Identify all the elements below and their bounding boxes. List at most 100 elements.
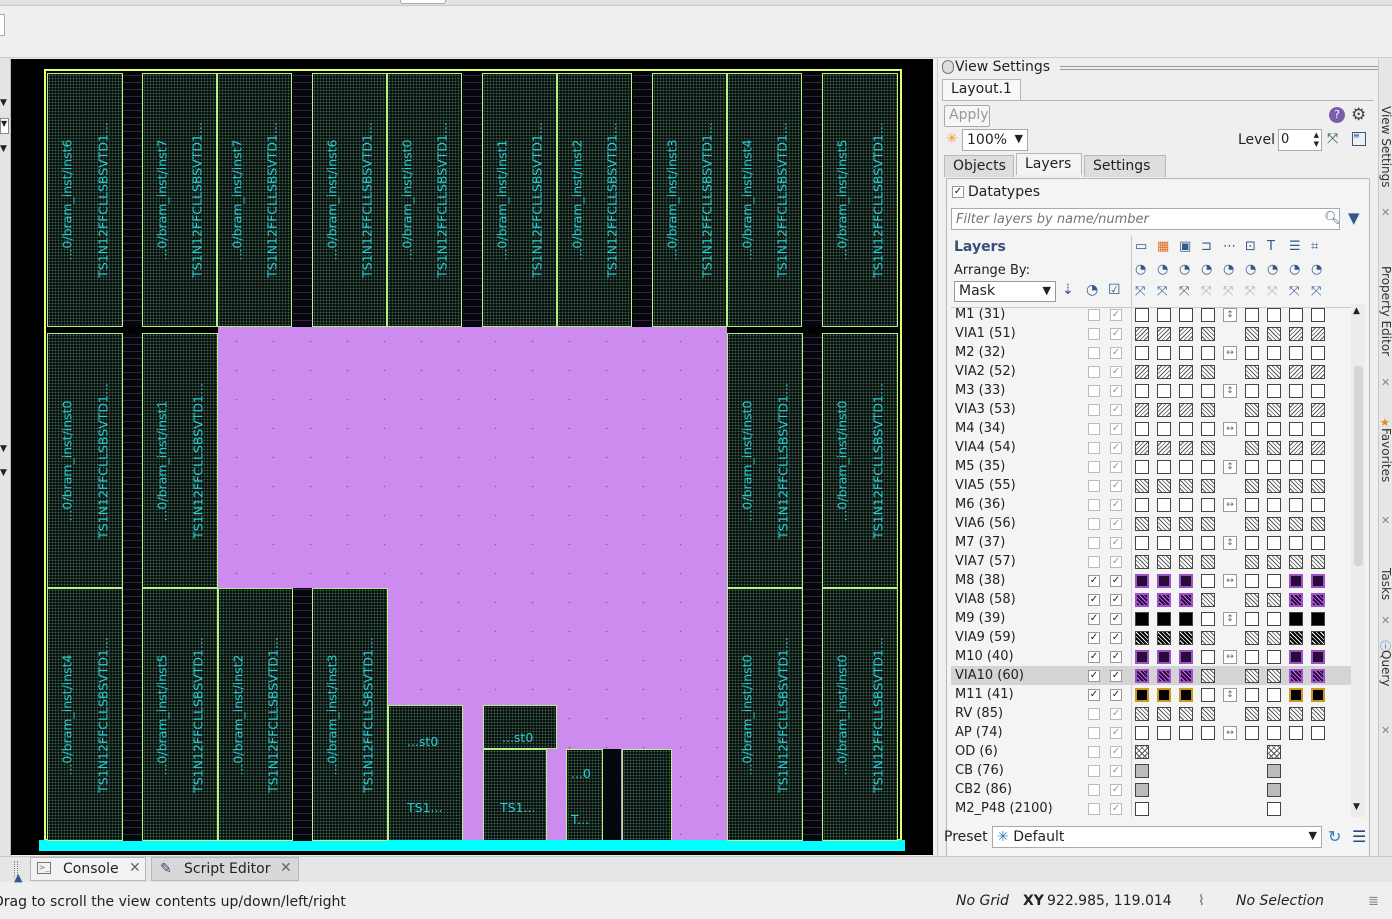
column-visibility-icon[interactable]: ◔ <box>1311 262 1322 277</box>
layer-style-swatch[interactable] <box>1311 460 1325 474</box>
left-combo-stub[interactable]: ▼ <box>0 118 9 134</box>
memory-cell[interactable]: ...0/bram_inst/inst3 TS1N12FFCLLSBSVTD1..… <box>312 588 388 841</box>
layer-style-swatch[interactable] <box>1289 517 1303 531</box>
memory-cell[interactable]: ...0/bram_inst/inst6 TS1N12FFCLLSBSVTD1..… <box>312 73 387 327</box>
layer-style-swatch[interactable] <box>1179 441 1193 455</box>
layer-style-swatch[interactable] <box>1135 536 1149 550</box>
layer-style-swatch[interactable] <box>1245 498 1259 512</box>
layer-style-swatch[interactable] <box>1267 669 1281 683</box>
layer-style-swatch[interactable] <box>1267 536 1281 550</box>
help-icon[interactable]: ? <box>1329 107 1345 123</box>
layer-style-swatch[interactable] <box>1135 555 1149 569</box>
layer-row[interactable]: VIA5 (55) ✓ <box>951 476 1353 495</box>
panel-grip-icon[interactable] <box>942 60 954 74</box>
column-pick-icon[interactable]: ⤧ <box>1201 284 1211 299</box>
layer-style-swatch[interactable] <box>1311 327 1325 341</box>
layer-visible-checkbox[interactable] <box>1088 537 1100 549</box>
layer-selectable-checkbox[interactable]: ✓ <box>1110 727 1122 739</box>
layer-style-swatch[interactable] <box>1201 517 1215 531</box>
layer-visible-checkbox[interactable]: ✓ <box>1088 670 1100 682</box>
layer-style-swatch[interactable] <box>1311 308 1325 322</box>
layer-selectable-checkbox[interactable]: ✓ <box>1110 708 1122 720</box>
column-visibility-icon[interactable]: ◔ <box>1245 262 1256 277</box>
layer-style-swatch[interactable] <box>1289 593 1303 607</box>
horizontal-direction-icon[interactable]: ↔ <box>1223 650 1237 664</box>
layer-style-swatch[interactable] <box>1289 460 1303 474</box>
layer-style-swatch[interactable] <box>1245 460 1259 474</box>
layer-row[interactable]: VIA6 (56) ✓ <box>951 514 1353 533</box>
layer-style-swatch[interactable] <box>1201 365 1215 379</box>
layer-style-swatch[interactable] <box>1135 688 1149 702</box>
layer-visible-checkbox[interactable] <box>1088 347 1100 359</box>
layer-visible-checkbox[interactable] <box>1088 404 1100 416</box>
layer-visible-checkbox[interactable] <box>1088 765 1100 777</box>
close-icon[interactable]: ✕ <box>280 860 292 876</box>
layer-style-swatch[interactable] <box>1311 498 1325 512</box>
layer-style-swatch[interactable] <box>1245 688 1259 702</box>
layer-style-swatch[interactable] <box>1201 726 1215 740</box>
width-icon[interactable]: ☰ <box>1289 239 1301 254</box>
layer-style-swatch[interactable] <box>1135 460 1149 474</box>
layer-style-swatch[interactable] <box>1179 555 1193 569</box>
tab-layers[interactable]: Layers <box>1016 153 1082 175</box>
layer-visible-checkbox[interactable]: ✓ <box>1088 613 1100 625</box>
layer-row[interactable]: M11 (41) ✓ ✓ ↕ <box>951 685 1353 704</box>
layer-row[interactable]: M10 (40) ✓ ✓ ↔ <box>951 647 1353 666</box>
layer-row[interactable]: CB (76) ✓ <box>951 761 1353 780</box>
tab-script-editor[interactable]: ✎ Script Editor ✕ <box>151 857 299 881</box>
level-options-icon[interactable]: ≡ <box>1352 132 1366 146</box>
layer-row[interactable]: M4 (34) ✓ ↔ <box>951 419 1353 438</box>
layer-style-swatch[interactable] <box>1267 479 1281 493</box>
filter-icon[interactable]: ▼ <box>1348 209 1360 227</box>
stipple-icon[interactable]: ⋯ <box>1223 239 1236 254</box>
layer-style-swatch[interactable] <box>1267 498 1281 512</box>
layer-style-swatch[interactable] <box>1135 346 1149 360</box>
layer-style-swatch[interactable] <box>1311 707 1325 721</box>
layer-row[interactable]: VIA10 (60) ✓ ✓ <box>951 666 1353 685</box>
layer-style-swatch[interactable] <box>1179 460 1193 474</box>
layer-style-swatch[interactable] <box>1289 384 1303 398</box>
layer-style-swatch[interactable] <box>1311 574 1325 588</box>
memory-cell[interactable]: ...0/bram_inst/inst5 TS1N12FFCLLSBSVTD1..… <box>822 73 898 327</box>
column-pick-icon[interactable]: ⤧ <box>1267 284 1277 299</box>
refresh-icon[interactable]: ↻ <box>1328 827 1341 846</box>
arrange-by-select[interactable]: Mask ▼ <box>954 281 1056 302</box>
layer-style-swatch[interactable] <box>1267 802 1281 816</box>
layer-selectable-checkbox[interactable]: ✓ <box>1110 651 1122 663</box>
layer-style-swatch[interactable] <box>1289 650 1303 664</box>
layer-style-swatch[interactable] <box>1179 707 1193 721</box>
layer-style-swatch[interactable] <box>1179 346 1193 360</box>
layer-style-swatch[interactable] <box>1245 593 1259 607</box>
layer-style-swatch[interactable] <box>1157 574 1171 588</box>
layer-style-swatch[interactable] <box>1135 650 1149 664</box>
memory-cell[interactable]: ...0/bram_inst/inst3 TS1N12FFCLLSBSVTD1..… <box>652 73 727 327</box>
layer-style-swatch[interactable] <box>1311 441 1325 455</box>
layer-style-swatch[interactable] <box>1245 422 1259 436</box>
layer-visible-checkbox[interactable]: ✓ <box>1088 575 1100 587</box>
layer-style-swatch[interactable] <box>1289 498 1303 512</box>
dock-arrow-icon[interactable]: ▲ <box>14 871 22 884</box>
layer-style-swatch[interactable] <box>1289 631 1303 645</box>
column-pick-icon[interactable]: ⤧ <box>1289 284 1299 299</box>
layer-style-swatch[interactable] <box>1289 726 1303 740</box>
layer-visible-checkbox[interactable]: ✓ <box>1088 594 1100 606</box>
layer-style-swatch[interactable] <box>1289 365 1303 379</box>
column-visibility-icon[interactable]: ◔ <box>1157 262 1168 277</box>
layer-row[interactable]: M9 (39) ✓ ✓ ↕ <box>951 609 1353 628</box>
layer-selectable-checkbox[interactable]: ✓ <box>1110 632 1122 644</box>
menu-icon[interactable]: ☰ <box>1352 827 1366 846</box>
layer-style-swatch[interactable] <box>1267 308 1281 322</box>
layer-style-swatch[interactable] <box>1179 479 1193 493</box>
layer-style-swatch[interactable] <box>1179 612 1193 626</box>
layer-style-swatch[interactable] <box>1311 517 1325 531</box>
collapse-arrow-icon[interactable]: ▼ <box>0 444 7 454</box>
layer-style-swatch[interactable] <box>1157 631 1171 645</box>
column-pick-icon[interactable]: ⤧ <box>1223 284 1233 299</box>
memory-cell[interactable]: ...0/bram_inst/inst1 TS1N12FFCLLSBSVTD1..… <box>142 333 218 588</box>
layer-selectable-checkbox[interactable]: ✓ <box>1110 366 1122 378</box>
layer-visible-checkbox[interactable] <box>1088 708 1100 720</box>
layer-style-swatch[interactable] <box>1245 707 1259 721</box>
vertical-direction-icon[interactable]: ↕ <box>1223 536 1237 550</box>
layer-style-swatch[interactable] <box>1157 669 1171 683</box>
layer-style-swatch[interactable] <box>1311 650 1325 664</box>
